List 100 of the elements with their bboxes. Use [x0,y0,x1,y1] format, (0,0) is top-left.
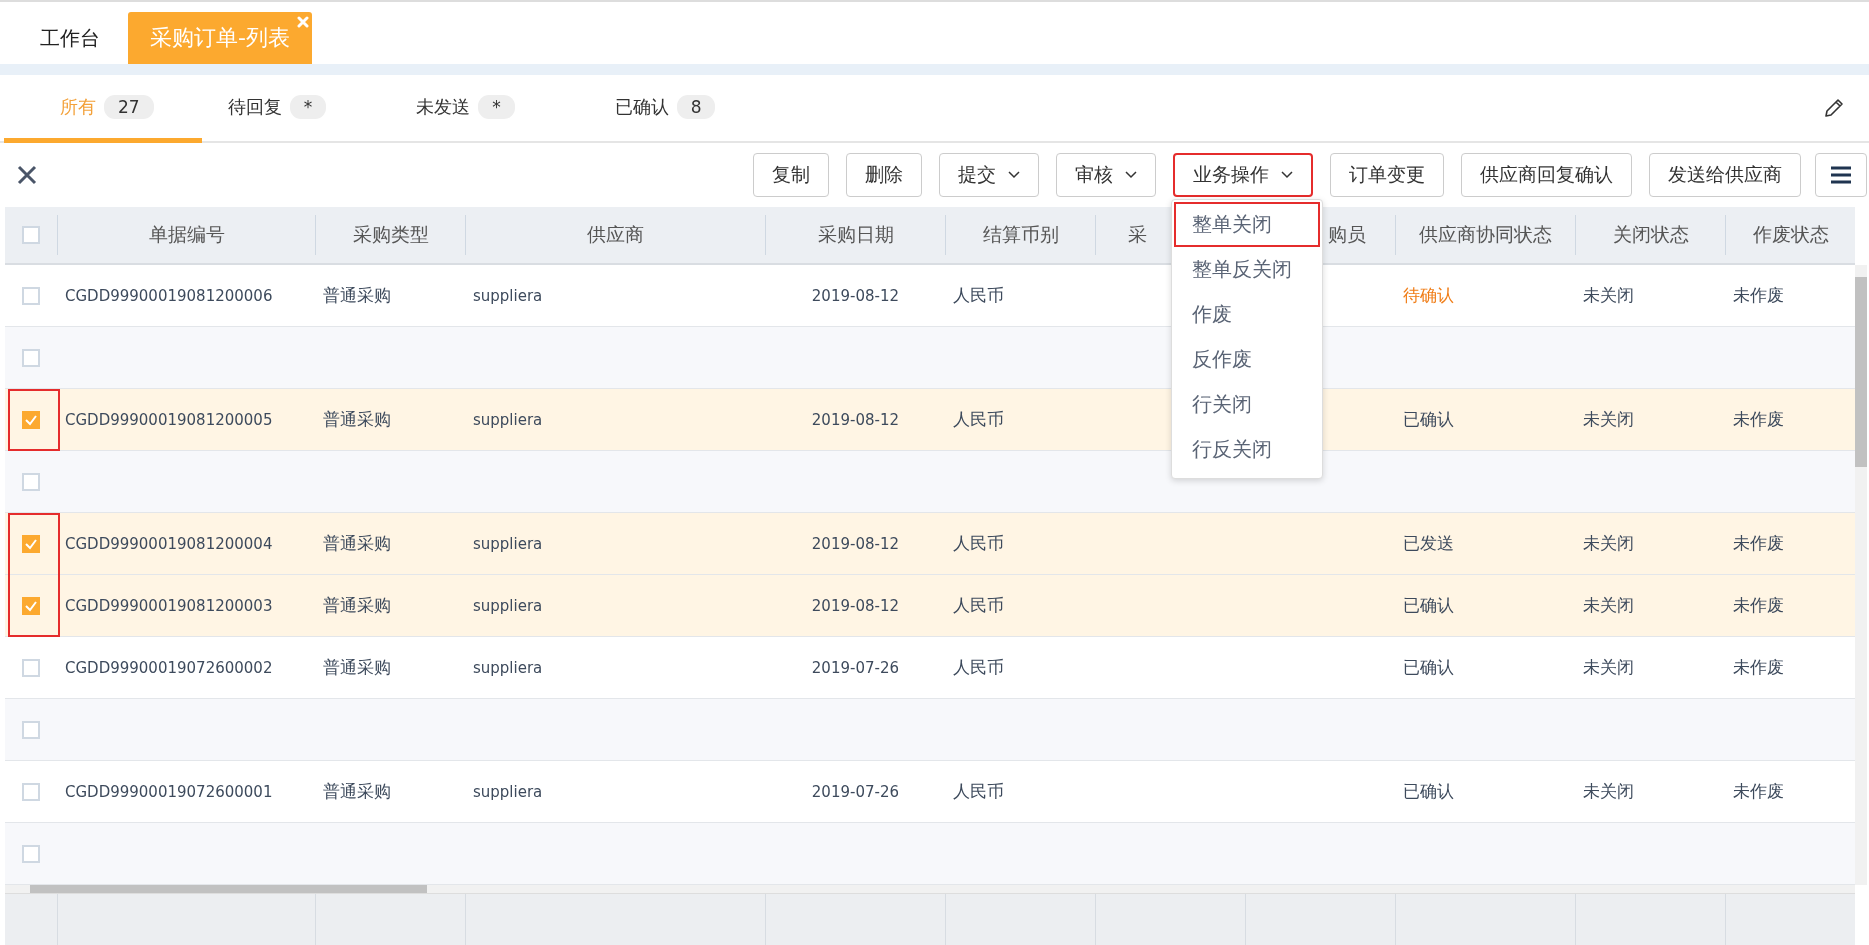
row-checkbox[interactable] [22,472,40,491]
status-text: 待确认 [1403,284,1454,307]
row-checkbox[interactable] [22,596,40,615]
tab-label: 所有 [60,94,96,119]
table-cell: CGDD99900019081200004 [65,534,273,553]
table-cell: 普通采购 [323,594,391,617]
table-cell: 未作废 [1733,284,1784,307]
table-cell: 人民币 [953,408,1004,431]
tab-label: 已确认 [614,94,669,119]
count-badge: 27 [104,94,154,119]
status-text: 已确认 [1403,780,1454,803]
table-cell: 2019-08-12 [811,534,899,553]
row-checkbox[interactable] [22,534,40,553]
table-cell: CGDD99900019081200003 [65,596,273,615]
menu-item[interactable]: 整单反关闭 [1172,247,1322,292]
column-header: 关闭状态 [1612,222,1689,247]
table-cell: 普通采购 [323,284,391,307]
filter-tab[interactable]: 所有 27 [4,75,202,143]
toolbar-button[interactable]: 发送给供应商 [1649,153,1801,197]
table-cell: 人民币 [953,780,1004,803]
menu-item[interactable]: 整单关闭 [1174,202,1320,247]
table-cell: 未作废 [1733,656,1784,679]
page-tab[interactable]: 工作台 [0,12,128,64]
table-cell: 未关闭 [1583,408,1634,431]
table-cell: CGDD99900019072600002 [65,658,273,677]
count-badge: * [289,94,327,119]
menu-button[interactable] [1815,153,1867,197]
horizontal-scrollbar[interactable] [5,885,1855,893]
menu-icon [1830,165,1852,185]
table-cell: 人民币 [953,284,1004,307]
menu-item[interactable]: 行关闭 [1172,382,1322,427]
table-cell: 普通采购 [323,656,391,679]
select-all-checkbox[interactable] [22,226,40,244]
toolbar-button[interactable]: 供应商回复确认 [1461,153,1632,197]
status-text: 已确认 [1403,408,1454,431]
row-checkbox[interactable] [22,286,40,305]
toolbar-button[interactable]: 审核 [1056,153,1156,197]
table-cell: CGDD99900019081200005 [65,410,273,429]
column-header: 单据编号 [148,222,225,247]
column-header: 采购类型 [352,222,429,247]
table-cell: 人民币 [953,594,1004,617]
table-cell: 2019-08-12 [811,286,899,305]
table-cell: 未作废 [1733,780,1784,803]
toolbar-button[interactable]: 订单变更 [1330,153,1444,197]
table-cell: suppliera [473,596,543,615]
caret-icon [1008,171,1020,179]
table-cell: 未关闭 [1583,656,1634,679]
table-cell: 人民币 [953,532,1004,555]
row-checkbox[interactable] [22,348,40,367]
status-text: 已确认 [1403,594,1454,617]
toolbar-button[interactable]: 删除 [846,153,922,197]
table-cell: 未作废 [1733,532,1784,555]
table-cell: 2019-08-12 [811,596,899,615]
column-header: 结算币别 [982,222,1059,247]
table-cell: 普通采购 [323,780,391,803]
table-cell: suppliera [473,534,543,553]
table-cell: suppliera [473,782,543,801]
column-header: 采 [1128,222,1147,247]
tab-label: 未发送 [416,94,471,119]
menu-item[interactable]: 作废 [1172,292,1322,337]
table-cell: suppliera [473,286,543,305]
menu-item[interactable]: 反作废 [1172,337,1322,382]
toolbar-button[interactable]: 提交 [939,153,1039,197]
vertical-scrollbar[interactable] [1855,265,1867,885]
toolbar-button[interactable]: 复制 [753,153,829,197]
table-cell: 人民币 [953,656,1004,679]
table-cell: 2019-07-26 [811,658,899,677]
column-header: 供应商 [587,222,644,247]
table-cell: 2019-07-26 [811,782,899,801]
column-header: 供应商协同状态 [1419,222,1552,247]
row-checkbox[interactable] [22,782,40,801]
menu-item[interactable]: 行反关闭 [1172,427,1322,472]
status-text: 已确认 [1403,656,1454,679]
filter-tab[interactable]: 未发送 * [396,75,595,143]
table-cell: 未关闭 [1583,284,1634,307]
row-checkbox[interactable] [22,720,40,739]
table-cell: suppliera [473,410,543,429]
table-cell: 普通采购 [323,532,391,555]
table-cell: CGDD99900019072600001 [65,782,273,801]
caret-icon [1125,171,1137,179]
tab-label: 待回复 [227,94,282,119]
toolbar-button[interactable]: 业务操作 [1173,153,1313,197]
row-checkbox[interactable] [22,844,40,863]
count-badge: * [478,94,515,119]
table-cell: suppliera [473,658,543,677]
table-cell: 未作废 [1733,408,1784,431]
row-checkbox[interactable] [22,658,40,677]
table-cell: 未关闭 [1583,532,1634,555]
filter-tab[interactable]: 待回复 * [201,75,397,143]
column-header: 采购日期 [817,222,894,247]
filter-tab[interactable]: 已确认 8 [594,75,764,143]
edit-icon[interactable] [1823,97,1845,119]
table-cell: 普通采购 [323,408,391,431]
close-icon[interactable] [16,164,38,186]
row-checkbox[interactable] [22,410,40,429]
status-text: 已发送 [1403,532,1454,555]
table-cell: 未作废 [1733,594,1784,617]
table-cell: CGDD99900019081200006 [65,286,273,305]
column-header: 购员 [1328,222,1366,247]
caret-icon [1281,171,1293,179]
